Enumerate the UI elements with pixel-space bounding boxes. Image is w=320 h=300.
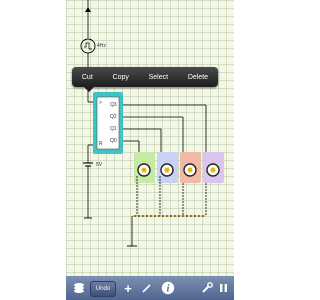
- led-purple[interactable]: [206, 163, 220, 177]
- pencil-icon[interactable]: [140, 280, 152, 296]
- chip-pin-q3: Q3: [110, 102, 117, 108]
- circuit-diagram: [80, 0, 224, 247]
- context-menu-pointer: [84, 87, 94, 92]
- undo-button[interactable]: Undo: [90, 281, 116, 297]
- context-menu: Cut Copy Select Delete: [72, 67, 218, 87]
- info-icon[interactable]: i: [160, 280, 176, 296]
- led-blue[interactable]: [160, 163, 174, 177]
- svg-text:i: i: [167, 284, 170, 295]
- menu-item-copy[interactable]: Copy: [113, 74, 129, 81]
- chip-pin-clock: >: [99, 100, 102, 106]
- menu-item-delete[interactable]: Delete: [188, 74, 208, 81]
- led-green[interactable]: [137, 163, 151, 177]
- chip-pin-q0: Q0: [110, 138, 117, 144]
- battery-voltage-label: 5V: [96, 162, 103, 168]
- wrench-icon[interactable]: [200, 280, 214, 296]
- pause-icon[interactable]: [218, 280, 228, 296]
- clock-source-icon[interactable]: [80, 38, 96, 54]
- clock-wave-icon: [84, 42, 92, 50]
- chip-pin-q1: Q1: [110, 126, 117, 132]
- circuit-canvas[interactable]: > R Q3 Q2 Q1 Q0 4Hz 5V Cut Copy Select D…: [66, 0, 234, 276]
- chip-pin-q2: Q2: [110, 114, 117, 120]
- menu-item-cut[interactable]: Cut: [82, 74, 93, 81]
- led-red[interactable]: [183, 163, 197, 177]
- app-frame: > R Q3 Q2 Q1 Q0 4Hz 5V Cut Copy Select D…: [66, 0, 234, 300]
- layers-icon[interactable]: [72, 280, 86, 296]
- clock-frequency-label: 4Hz: [97, 43, 106, 49]
- menu-item-select[interactable]: Select: [149, 74, 168, 81]
- chip-pin-reset: R: [99, 141, 103, 147]
- plus-icon[interactable]: +: [122, 280, 134, 296]
- power-arrow-icon: [85, 7, 91, 12]
- bottom-toolbar: Undo + i: [66, 276, 234, 300]
